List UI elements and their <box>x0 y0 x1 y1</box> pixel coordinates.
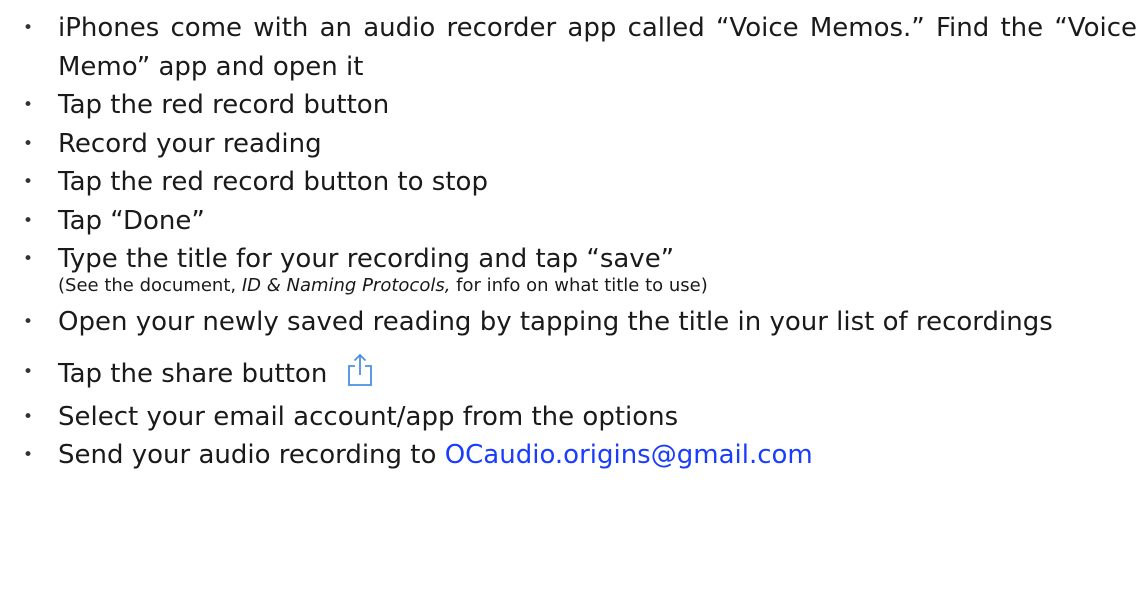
note-suffix: for info on what title to use) <box>450 274 708 296</box>
email-link[interactable]: OCaudio.origins@gmail.com <box>445 440 813 470</box>
bullet: • <box>23 406 34 427</box>
step-text: Tap “Done” <box>58 205 205 236</box>
step-text: Select your email account/app from the o… <box>58 401 679 432</box>
step-text: Type the title for your recording and ta… <box>58 244 675 274</box>
step-text: iPhones come with an audio recorder app … <box>58 13 1137 82</box>
list-item-open-voice-memos: • iPhones come with an audio recorder ap… <box>0 9 1147 86</box>
list-item-tap-record: • Tap the red record button <box>0 86 1147 125</box>
list-item-tap-done: • Tap “Done” <box>0 202 1147 241</box>
step-text: Tap the red record button <box>58 90 390 120</box>
naming-note: (See the document, ID & Naming Protocols… <box>58 275 1137 303</box>
step-text: Tap the red record button to stop <box>58 167 488 197</box>
bullet: • <box>23 95 34 115</box>
bullet: • <box>23 18 34 38</box>
bullet: • <box>23 172 34 192</box>
step-text: Send your audio recording to <box>58 440 445 470</box>
bullet: • <box>23 249 34 269</box>
step-text: Open your newly saved reading by tapping… <box>58 306 1053 337</box>
bullet: • <box>23 445 34 465</box>
note-doc-title: ID & Naming Protocols, <box>241 274 451 296</box>
step-text: Tap the share button <box>58 359 328 389</box>
list-item-open-saved-reading: • Open your newly saved reading by tappi… <box>0 303 1147 354</box>
list-item-record-reading: • Record your reading <box>0 125 1147 164</box>
list-item-tap-stop: • Tap the red record button to stop <box>0 163 1147 202</box>
list-item-select-email: • Select your email account/app from the… <box>0 398 1147 437</box>
bullet: • <box>23 133 34 154</box>
bullet: • <box>23 362 34 382</box>
instructions-document: • iPhones come with an audio recorder ap… <box>0 0 1147 597</box>
step-text: Record your reading <box>58 128 322 159</box>
list-item-tap-share: • Tap the share button <box>0 353 1147 398</box>
bullet: • <box>23 210 34 231</box>
bullet: • <box>23 311 34 332</box>
share-icon <box>347 353 372 386</box>
steps-list: • iPhones come with an audio recorder ap… <box>0 9 1147 475</box>
list-item-type-title: • Type the title for your recording and … <box>0 240 1147 303</box>
note-prefix: (See the document, <box>58 274 242 296</box>
list-item-send-recording: • Send your audio recording to OCaudio.o… <box>0 436 1147 475</box>
